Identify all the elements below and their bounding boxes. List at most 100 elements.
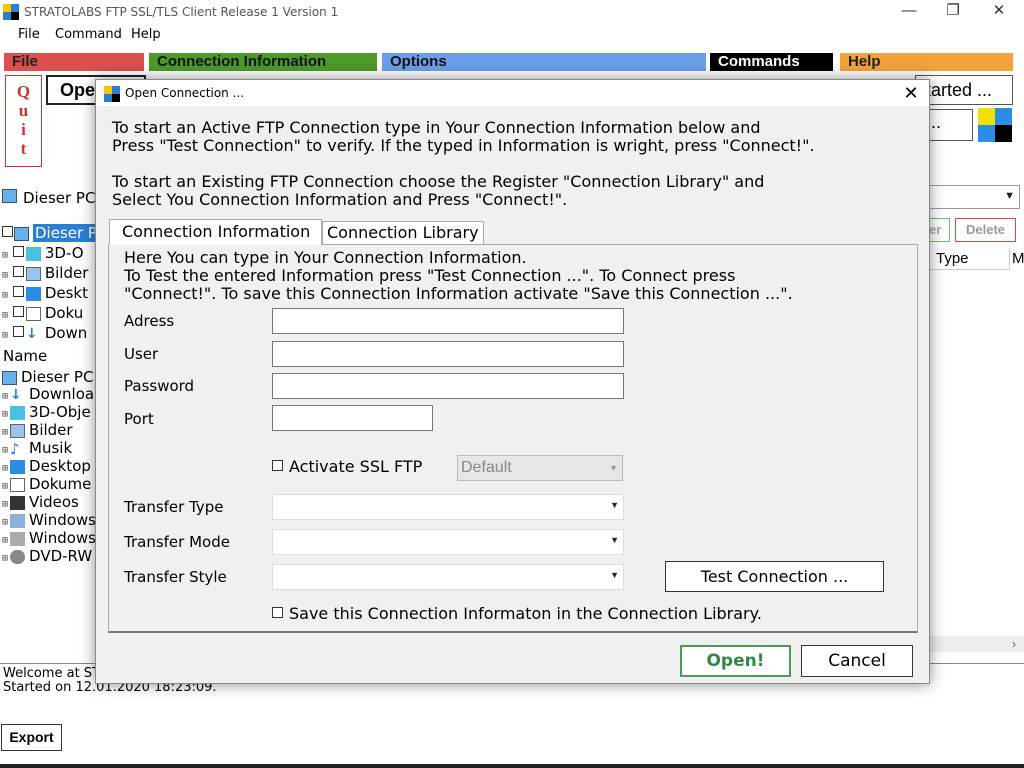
tree-item[interactable]: ⊞ Doku xyxy=(2,304,83,322)
close-window-button[interactable]: ✕ xyxy=(976,0,1022,24)
list-item-label: DVD-RW xyxy=(29,547,93,565)
tree-item-label: Deskt xyxy=(44,284,88,302)
column-header-type[interactable]: Type xyxy=(928,248,1010,270)
downloads-icon: ↓ xyxy=(10,386,22,403)
desktop-icon xyxy=(25,286,41,301)
list-item[interactable]: ⊞ ↓ Downloa xyxy=(2,385,94,403)
downloads-icon: ↓ xyxy=(25,325,38,342)
activate-ssl-label: Activate SSL FTP xyxy=(289,457,423,476)
list-item[interactable]: ⊞ 3D-Obje xyxy=(2,403,91,421)
chevron-down-icon: ▼ xyxy=(609,463,618,473)
ribbon-help[interactable]: Help xyxy=(840,53,1013,71)
delete-button[interactable]: Delete xyxy=(955,218,1016,242)
list-header-name[interactable]: Name xyxy=(3,347,47,365)
list-item[interactable]: ⊞ Windows xyxy=(2,529,95,547)
chevron-down-icon: ▼ xyxy=(610,500,619,510)
title-bar: STRATOLABS FTP SSL/TLS Client Release 1 … xyxy=(0,0,1024,24)
quit-button[interactable]: Q u i t xyxy=(5,75,42,167)
desktop-icon xyxy=(10,459,26,474)
list-item-label: Dieser PC xyxy=(21,368,94,386)
open-button[interactable]: Open! xyxy=(680,645,791,677)
dialog-close-button[interactable]: ✕ xyxy=(896,82,926,104)
drive-icon xyxy=(10,531,26,546)
list-item-label: 3D-Obje xyxy=(29,403,91,421)
ribbon-connection-information[interactable]: Connection Information xyxy=(149,53,377,71)
intro-text: To start an Active FTP Connection type i… xyxy=(112,118,761,137)
transfer-style-label: Transfer Style xyxy=(124,568,227,586)
ribbon-commands[interactable]: Commands xyxy=(710,53,833,71)
menu-file[interactable]: File xyxy=(18,27,40,42)
transfer-type-select[interactable]: ▼ xyxy=(272,494,624,520)
transfer-type-label: Transfer Type xyxy=(124,498,224,516)
tree-item[interactable]: ⊞ Deskt xyxy=(2,284,88,302)
list-item[interactable]: ⊞ Videos xyxy=(2,493,79,511)
maximize-button[interactable]: ❐ xyxy=(930,0,976,24)
tree-item[interactable]: ⊞ ↓ Down xyxy=(2,324,87,342)
connection-information-panel: Here You can type in Your Connection Inf… xyxy=(108,244,918,633)
list-item[interactable]: ⊞ Desktop xyxy=(2,457,91,475)
test-connection-button[interactable]: Test Connection ... xyxy=(665,561,884,592)
computer-icon xyxy=(2,370,17,385)
list-item[interactable]: ⊞ Dokume xyxy=(2,475,91,493)
checkbox-box[interactable] xyxy=(272,460,283,471)
save-connection-label: Save this Connection Informaton in the C… xyxy=(289,604,762,623)
adress-input[interactable] xyxy=(272,308,624,334)
rename-button[interactable]: er xyxy=(928,218,950,242)
checkbox-box[interactable] xyxy=(272,607,283,618)
menu-help[interactable]: Help xyxy=(131,27,161,42)
transfer-mode-select[interactable]: ▼ xyxy=(272,529,624,555)
minimize-button[interactable]: — xyxy=(886,0,932,24)
adress-label: Adress xyxy=(124,312,175,330)
dvd-drive-icon xyxy=(10,549,26,564)
tree-item[interactable]: ⊞ Bilder xyxy=(2,264,88,282)
list-item-label: Desktop xyxy=(29,457,91,475)
port-label: Port xyxy=(124,410,154,428)
folder-tree[interactable]: Dieser P ⊞ 3D-O ⊞ Bilder ⊞ Deskt ⊞ Doku … xyxy=(0,224,95,342)
user-input[interactable] xyxy=(272,341,624,367)
panel-intro-text: To Test the entered Information press "T… xyxy=(124,266,736,285)
ribbon-options[interactable]: Options xyxy=(382,53,706,71)
documents-icon xyxy=(25,306,41,321)
drive-combo[interactable]: Dieser PC xyxy=(0,185,100,209)
file-list[interactable]: Dieser PC ⊞ ↓ Downloa ⊞ 3D-Obje ⊞ Bilder ⊞ ♪ M… xyxy=(0,368,95,568)
list-item-label: Downloa xyxy=(29,385,95,403)
port-input[interactable] xyxy=(272,405,433,431)
list-item[interactable]: Dieser PC xyxy=(2,368,93,386)
quit-letter: u xyxy=(18,101,29,120)
tab-connection-information[interactable]: Connection Information xyxy=(109,219,322,245)
intro-text: To start an Existing FTP Connection choo… xyxy=(112,172,765,191)
app-logo-icon xyxy=(3,4,19,20)
tree-item-label: Dieser P xyxy=(33,224,95,242)
list-item[interactable]: ⊞ Windows xyxy=(2,511,95,529)
3d-objects-icon xyxy=(25,246,41,261)
list-item-label: Dokume xyxy=(29,475,92,493)
save-connection-checkbox[interactable]: Save this Connection Informaton in the C… xyxy=(272,604,762,623)
tree-item-label: 3D-O xyxy=(44,244,84,262)
export-button[interactable]: Export xyxy=(1,724,62,751)
remote-path-combo[interactable]: ▼ xyxy=(928,185,1020,209)
open-connection-dialog: Open Connection ... ✕ To start an Active… xyxy=(95,79,930,684)
list-item-label: Bilder xyxy=(29,421,73,439)
ribbon-file[interactable]: File xyxy=(4,53,144,71)
list-item[interactable]: ⊞ ♪ Musik xyxy=(2,439,72,457)
menu-command[interactable]: Command xyxy=(55,27,122,42)
panel-intro-text: "Connect!". To save this Connection Info… xyxy=(124,284,793,303)
cancel-button[interactable]: Cancel xyxy=(801,645,913,677)
transfer-style-select[interactable]: ▼ xyxy=(272,564,624,590)
scroll-right-icon[interactable]: › xyxy=(1006,636,1022,652)
ssl-mode-select: Default ▼ xyxy=(457,455,623,481)
music-icon: ♪ xyxy=(10,439,20,458)
tree-item[interactable]: ⊞ 3D-O xyxy=(2,244,84,262)
chevron-down-icon: ▼ xyxy=(610,535,619,545)
chevron-down-icon: ▼ xyxy=(610,570,619,580)
list-item[interactable]: ⊞ DVD-RW xyxy=(2,547,92,565)
tab-connection-library[interactable]: Connection Library xyxy=(322,221,484,245)
quit-letter: t xyxy=(20,139,27,158)
tree-item[interactable]: Dieser P xyxy=(2,224,95,242)
list-item[interactable]: ⊞ Bilder xyxy=(2,421,73,439)
column-header-m[interactable]: M xyxy=(1010,248,1024,270)
app-logo-icon xyxy=(104,86,120,102)
password-input[interactable] xyxy=(272,373,624,399)
list-item-label: Windows xyxy=(29,529,95,547)
activate-ssl-checkbox[interactable]: Activate SSL FTP xyxy=(272,457,422,476)
